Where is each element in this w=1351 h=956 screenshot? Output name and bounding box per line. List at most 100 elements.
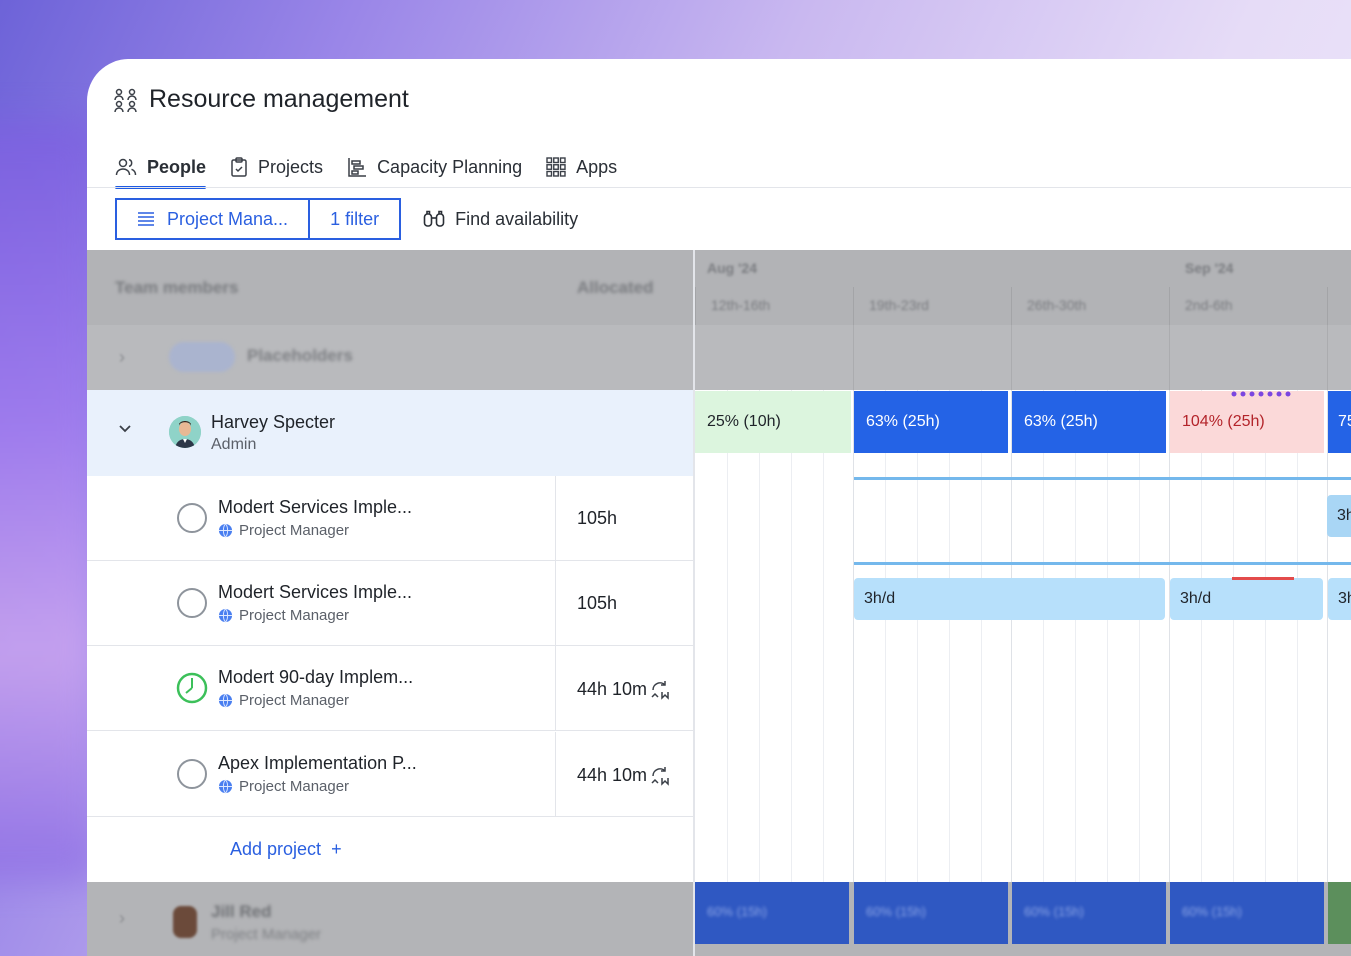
project-name: Modert Services Imple... bbox=[218, 497, 413, 517]
avatar bbox=[173, 906, 197, 938]
grid-line bbox=[853, 325, 854, 390]
timeline-pane: Aug '24 Sep '24 12th-16th 19th-23rd 26th… bbox=[695, 250, 1351, 956]
project-role-label: Project Manager bbox=[239, 522, 350, 539]
col-allocated[interactable]: Allocated bbox=[577, 278, 654, 298]
allocated-cell: 44h 10m bbox=[555, 732, 693, 817]
project-row[interactable]: Modert Services Imple... Project Manager… bbox=[87, 561, 693, 646]
filter-button[interactable]: 1 filter bbox=[308, 200, 399, 238]
chevron-down-icon[interactable] bbox=[117, 420, 133, 436]
allocated-cell: 44h 10m bbox=[555, 646, 693, 731]
tab-apps[interactable]: Apps bbox=[546, 147, 617, 187]
table-header: Team members Allocated bbox=[87, 250, 693, 325]
project-row[interactable]: Modert 90-day Implem... Project Manager … bbox=[87, 646, 693, 731]
person-name: Harvey Specter bbox=[211, 412, 336, 432]
page-title: Resource management bbox=[149, 85, 409, 113]
over-capacity-marker bbox=[1231, 391, 1291, 397]
grid-icon bbox=[546, 157, 566, 177]
capacity-value: 63% (25h) bbox=[1024, 413, 1098, 430]
capacity-cell[interactable] bbox=[1328, 882, 1351, 944]
plus-icon: + bbox=[331, 839, 342, 859]
placeholders-label: Placeholders bbox=[247, 346, 353, 365]
assignment-bar[interactable]: 3h bbox=[1327, 495, 1351, 537]
project-role: Project Manager bbox=[218, 522, 349, 539]
allocated-cell: 105h bbox=[555, 561, 693, 646]
capacity-cell[interactable]: 63% (25h) bbox=[1012, 391, 1166, 453]
capacity-cell[interactable]: 60% (15h) bbox=[695, 882, 849, 944]
week-label: 12th-16th bbox=[711, 297, 771, 313]
find-availability-button[interactable]: Find availability bbox=[423, 209, 578, 230]
binoculars-icon bbox=[423, 210, 445, 227]
allocated-cell: 105h bbox=[555, 476, 693, 561]
add-project-button[interactable]: Add project + bbox=[230, 839, 342, 860]
globe-icon bbox=[218, 779, 233, 794]
week-column bbox=[1327, 287, 1351, 325]
capacity-cell[interactable]: 63% (25h) bbox=[854, 391, 1008, 453]
recurring-icon[interactable] bbox=[649, 678, 671, 700]
capacity-cell-over[interactable]: 104% (25h) bbox=[1170, 391, 1324, 453]
capacity-value: 75 bbox=[1338, 413, 1351, 430]
placeholder-avatars bbox=[169, 342, 235, 372]
capacity-cell[interactable]: 60% (15h) bbox=[1170, 882, 1324, 944]
week-column: 26th-30th bbox=[1011, 287, 1169, 325]
person-row-jill[interactable]: › Jill Red Project Manager bbox=[87, 882, 693, 956]
assignment-label: 3h bbox=[1338, 590, 1351, 607]
allocated-value: 105h bbox=[577, 508, 618, 528]
project-role-label: Project Manager bbox=[239, 692, 350, 709]
col-team-members[interactable]: Team members bbox=[115, 278, 238, 298]
assignment-bar[interactable]: 3h/d bbox=[854, 578, 1165, 620]
capacity-value: 60% (15h) bbox=[866, 904, 926, 919]
tab-bar: People Projects Capacity Planning Apps bbox=[115, 147, 617, 189]
week-label: 19th-23rd bbox=[869, 297, 929, 313]
month-label: Aug '24 bbox=[707, 260, 758, 276]
person-avatar-icon bbox=[169, 416, 201, 448]
find-availability-label: Find availability bbox=[455, 208, 579, 229]
project-row[interactable]: Apex Implementation P... Project Manager… bbox=[87, 732, 693, 817]
capacity-cell[interactable]: 25% (10h) bbox=[695, 391, 851, 453]
capacity-value: 104% (25h) bbox=[1182, 413, 1265, 430]
project-role-label: Project Manager bbox=[239, 607, 350, 624]
assignment-label: 3h/d bbox=[864, 590, 896, 607]
person-role: Project Manager bbox=[211, 926, 322, 943]
add-project-row: Add project + bbox=[87, 818, 693, 882]
tab-projects[interactable]: Projects bbox=[230, 147, 323, 187]
grid-line bbox=[885, 390, 886, 882]
capacity-cell[interactable]: 75 bbox=[1328, 391, 1351, 453]
grid-line bbox=[1265, 390, 1266, 882]
grid-line bbox=[1169, 390, 1170, 882]
tab-capacity-planning[interactable]: Capacity Planning bbox=[347, 147, 522, 187]
person-row-harvey[interactable]: Harvey Specter Admin bbox=[87, 390, 693, 476]
list-icon bbox=[138, 212, 154, 226]
week-label: 26th-30th bbox=[1027, 297, 1087, 313]
grid-line bbox=[853, 390, 854, 882]
capacity-cell[interactable]: 60% (15h) bbox=[1012, 882, 1166, 944]
grid-line bbox=[1139, 390, 1140, 882]
assignment-bar[interactable]: 3h bbox=[1328, 578, 1351, 620]
assignment-label: 3h/d bbox=[1180, 590, 1212, 607]
week-label: 2nd-6th bbox=[1185, 297, 1233, 313]
project-role: Project Manager bbox=[218, 607, 349, 624]
person-role: Admin bbox=[211, 436, 257, 453]
chevron-right-icon[interactable]: › bbox=[119, 347, 125, 368]
project-name: Apex Implementation P... bbox=[218, 753, 417, 773]
project-row[interactable]: Modert Services Imple... Project Manager… bbox=[87, 476, 693, 561]
grid-line bbox=[1327, 390, 1328, 882]
recurring-icon[interactable] bbox=[649, 764, 671, 786]
project-role: Project Manager bbox=[218, 692, 349, 709]
grid-line bbox=[791, 390, 792, 882]
chevron-right-icon[interactable]: › bbox=[119, 908, 125, 929]
globe-icon bbox=[218, 523, 233, 538]
grid-line bbox=[759, 390, 760, 882]
status-empty-icon bbox=[177, 759, 207, 789]
conflict-marker bbox=[1232, 577, 1294, 580]
grid-line bbox=[823, 390, 824, 882]
background-glow bbox=[0, 120, 100, 880]
allocated-value: 44h 10m bbox=[577, 678, 648, 699]
resource-grid: Team members Allocated › Placeholders Ha… bbox=[87, 250, 1351, 956]
view-selector-button[interactable]: Project Mana... bbox=[117, 200, 308, 238]
assignment-bar[interactable]: 3h/d bbox=[1170, 578, 1323, 620]
placeholders-row[interactable]: › Placeholders bbox=[87, 325, 693, 390]
capacity-cell[interactable]: 60% (15h) bbox=[854, 882, 1008, 944]
tab-people[interactable]: People bbox=[115, 147, 207, 189]
grid-line bbox=[1169, 325, 1170, 390]
view-filter-group: Project Mana... 1 filter bbox=[115, 198, 402, 240]
